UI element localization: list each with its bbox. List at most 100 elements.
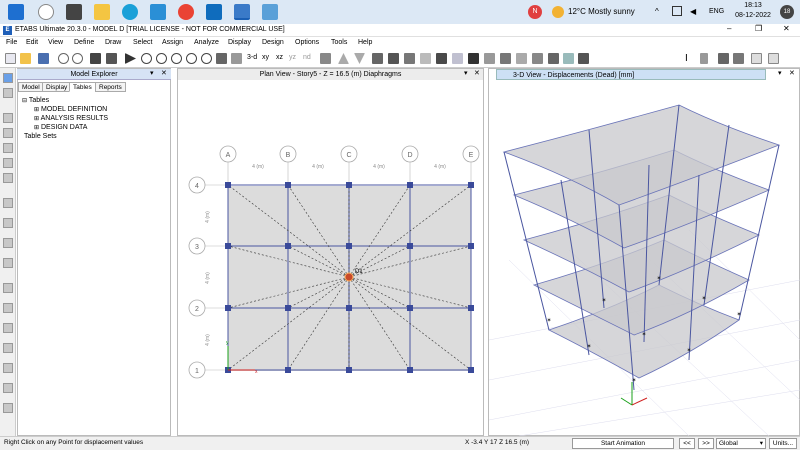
extrude-icon[interactable]	[420, 53, 431, 64]
zoom-all-icon[interactable]	[201, 53, 212, 64]
maximize-button[interactable]: ❐	[755, 24, 762, 33]
display-forces-icon[interactable]	[436, 53, 447, 64]
refresh-icon[interactable]	[90, 53, 101, 64]
close-button[interactable]: ✕	[783, 24, 790, 33]
draw-column-icon[interactable]	[3, 143, 13, 153]
etabs-taskbar-icon[interactable]	[234, 4, 250, 20]
pointer-icon[interactable]	[3, 73, 13, 83]
new-model-icon[interactable]	[5, 53, 16, 64]
table-icon[interactable]	[718, 53, 729, 64]
fly-through-icon[interactable]	[516, 53, 527, 64]
expand-icon[interactable]: ⊞	[34, 116, 39, 122]
minimize-button[interactable]: –	[727, 24, 731, 33]
draw-brace-icon[interactable]	[3, 158, 13, 168]
menu-view[interactable]: View	[48, 39, 63, 46]
run-analysis-icon[interactable]	[125, 53, 136, 64]
draw-wall-stack-icon[interactable]	[3, 383, 13, 393]
pane-close-icon[interactable]: ✕	[474, 69, 480, 77]
volume-icon[interactable]: ◀	[690, 7, 696, 16]
shell-icon[interactable]	[548, 53, 559, 64]
zoom-restore-icon[interactable]	[156, 53, 167, 64]
display-color-icon[interactable]	[468, 53, 479, 64]
next-step-button[interactable]: >>	[698, 438, 714, 449]
show-undeformed-icon[interactable]	[484, 53, 495, 64]
draw-tendon-icon[interactable]	[3, 283, 13, 293]
view-yz-button[interactable]: yz	[289, 54, 296, 61]
file-explorer-icon[interactable]	[94, 4, 110, 20]
view-3d-button[interactable]: 3-d	[247, 54, 257, 61]
draw-developed-elevation-icon[interactable]	[3, 343, 13, 353]
menu-options[interactable]: Options	[295, 39, 319, 46]
pane-close-icon[interactable]: ✕	[789, 69, 795, 77]
draw-section-cut-icon[interactable]	[3, 323, 13, 333]
menu-define[interactable]: Define	[74, 39, 94, 46]
window-layout-icon[interactable]	[751, 53, 762, 64]
rubber-band-icon[interactable]	[231, 53, 242, 64]
text-cursor-icon[interactable]: I	[685, 53, 688, 64]
graphics-icon[interactable]	[532, 53, 543, 64]
pane-dropdown-icon[interactable]: ▾	[150, 69, 154, 77]
draw-floor-icon[interactable]	[3, 173, 13, 183]
menu-edit[interactable]: Edit	[26, 39, 38, 46]
zoom-in-icon[interactable]	[171, 53, 182, 64]
redo-icon[interactable]	[72, 53, 83, 64]
tree-node-table-sets[interactable]: Table Sets	[24, 132, 57, 141]
window-tile-icon[interactable]	[768, 53, 779, 64]
center-of-mass-marker[interactable]	[344, 272, 354, 282]
tab-tables[interactable]: Tables	[69, 82, 96, 92]
draw-opening-icon[interactable]	[3, 218, 13, 228]
photos-icon[interactable]	[262, 4, 278, 20]
coordinate-system-select[interactable]: Global ▾	[716, 438, 766, 449]
menu-draw[interactable]: Draw	[105, 39, 121, 46]
view-nd-button[interactable]: nd	[303, 54, 311, 61]
display-options-icon[interactable]	[563, 53, 574, 64]
weather-text[interactable]: 12°C Mostly sunny	[568, 7, 635, 16]
mail-icon[interactable]	[206, 4, 222, 20]
save-icon[interactable]	[38, 53, 49, 64]
draw-dimension-icon[interactable]	[3, 303, 13, 313]
expand-icon[interactable]: ⊞	[34, 125, 39, 131]
menu-tools[interactable]: Tools	[331, 39, 347, 46]
set-display-icon[interactable]	[372, 53, 383, 64]
draw-wall-icon[interactable]	[3, 198, 13, 208]
prev-step-button[interactable]: <<	[679, 438, 695, 449]
draw-null-icon[interactable]	[3, 238, 13, 248]
deformed-shape-icon[interactable]	[404, 53, 415, 64]
draw-joint-icon[interactable]	[3, 113, 13, 123]
draw-detail-icon[interactable]	[3, 403, 13, 413]
menu-analyze[interactable]: Analyze	[194, 39, 219, 46]
windows-start-icon[interactable]	[8, 4, 24, 20]
lock-icon[interactable]	[106, 53, 117, 64]
menu-file[interactable]: File	[6, 39, 17, 46]
units-button[interactable]: Units...	[769, 438, 797, 449]
menu-help[interactable]: Help	[358, 39, 372, 46]
store-icon[interactable]	[150, 4, 166, 20]
view-3d-canvas[interactable]: ✶✶✶ ✶✶✶ ✶ ✶✶	[489, 80, 800, 436]
edge-icon[interactable]	[122, 4, 138, 20]
notification-badge[interactable]: 18	[780, 5, 794, 19]
collapse-icon[interactable]: ⊟	[22, 98, 27, 104]
chrome-icon[interactable]	[178, 4, 194, 20]
draw-reference-point-icon[interactable]	[3, 363, 13, 373]
move-down-icon[interactable]	[354, 53, 365, 64]
open-icon[interactable]	[20, 53, 31, 64]
start-animation-button[interactable]: Start Animation	[572, 438, 674, 449]
chevron-up-icon[interactable]: ^	[655, 7, 659, 16]
news-icon[interactable]: N	[528, 5, 542, 19]
expand-icon[interactable]: ⊞	[34, 107, 39, 113]
print-icon[interactable]	[578, 53, 589, 64]
reshape-icon[interactable]	[3, 88, 13, 98]
zoom-out-icon[interactable]	[186, 53, 197, 64]
view-plan-button[interactable]: xy	[262, 54, 269, 61]
clock-date[interactable]: 08-12-2022	[730, 12, 776, 19]
language-indicator[interactable]: ENG	[709, 8, 724, 15]
fill-objects-icon[interactable]	[452, 53, 463, 64]
view-elevation-button[interactable]: xz	[276, 54, 283, 61]
menu-design[interactable]: Design	[262, 39, 284, 46]
object-shrink-icon[interactable]	[388, 53, 399, 64]
network-icon[interactable]	[672, 6, 682, 16]
clock-time[interactable]: 18:13	[738, 2, 768, 9]
pane-close-icon[interactable]: ✕	[161, 69, 167, 77]
menu-assign[interactable]: Assign	[162, 39, 183, 46]
tab-reports[interactable]: Reports	[95, 82, 126, 92]
